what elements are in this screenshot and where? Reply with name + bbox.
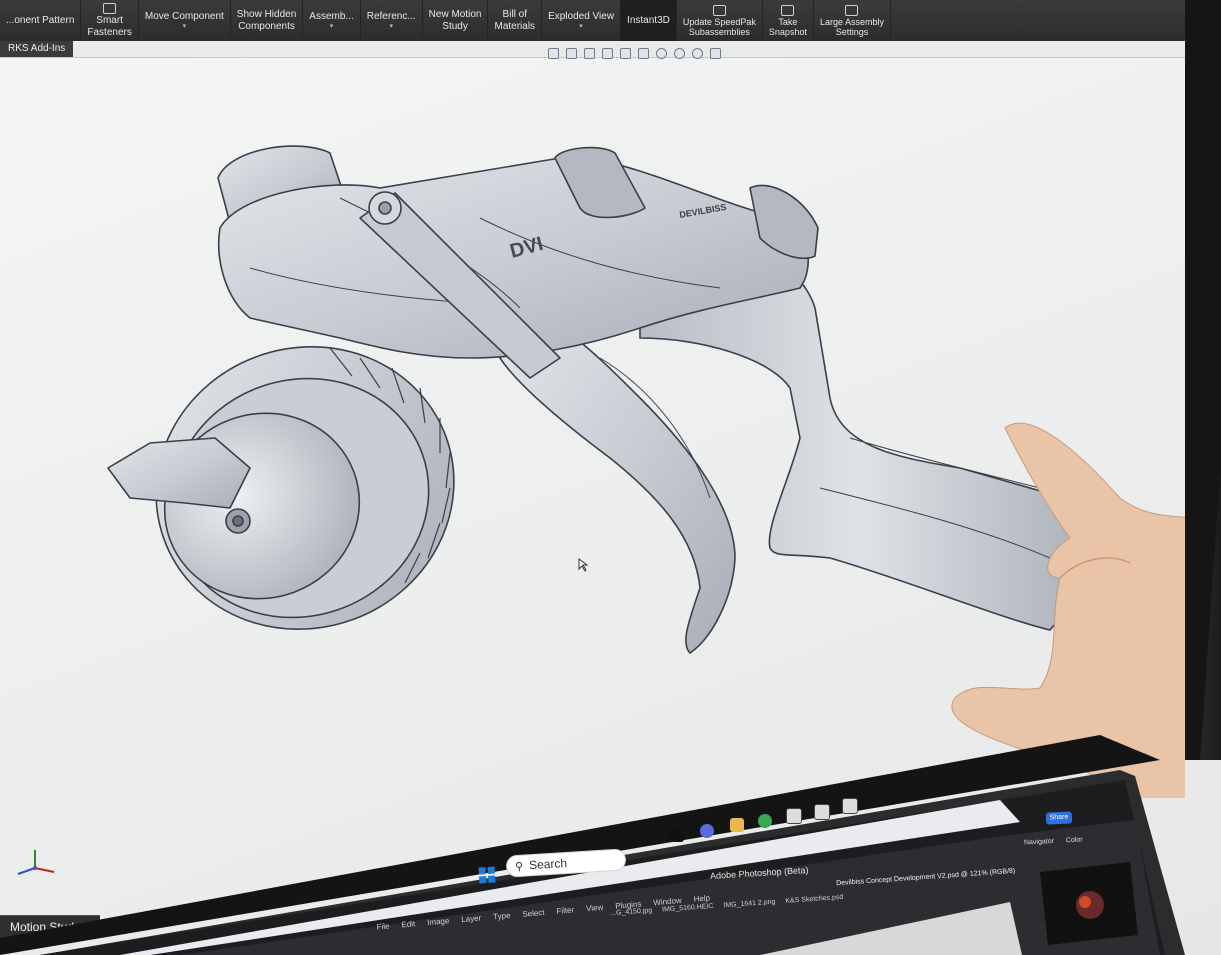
new-motion-study-button[interactable]: New Motion Study bbox=[423, 0, 489, 41]
reference-geometry-label: Referenc... bbox=[366, 10, 416, 22]
camera-icon bbox=[781, 4, 795, 16]
view-orientation-icon[interactable] bbox=[620, 47, 631, 59]
settings-icon bbox=[845, 4, 859, 16]
component-pattern-button[interactable]: ...onent Pattern bbox=[0, 0, 82, 41]
move-component-button[interactable]: Move Component ▾ bbox=[139, 0, 231, 41]
new-motion-study-label: New Motion Study bbox=[428, 8, 482, 32]
instant3d-button[interactable]: Instant3D bbox=[621, 0, 677, 41]
view-settings-icon[interactable] bbox=[710, 47, 721, 59]
show-hidden-label: Show Hidden Components bbox=[236, 8, 297, 32]
apply-scene-icon[interactable] bbox=[692, 47, 703, 59]
update-speedpak-button[interactable]: Update SpeedPak Subassemblies bbox=[677, 0, 763, 41]
display-style-icon[interactable] bbox=[638, 47, 649, 59]
large-assembly-label: Large Assembly Settings bbox=[819, 16, 884, 37]
appearances-icon[interactable] bbox=[1187, 170, 1197, 180]
smart-fasteners-label: Smart Fasteners bbox=[87, 14, 132, 38]
move-component-label: Move Component bbox=[144, 10, 224, 22]
command-manager-toolbar: ...onent Pattern Smart Fasteners Move Co… bbox=[0, 0, 1185, 42]
mouse-cursor bbox=[578, 558, 589, 577]
section-view-icon[interactable] bbox=[602, 47, 613, 59]
graphics-area[interactable]: DVI DEVILBISS bbox=[0, 58, 1185, 798]
view-palette-icon[interactable] bbox=[1187, 152, 1197, 162]
bill-of-materials-button[interactable]: Bill of Materials bbox=[488, 0, 543, 41]
assembly-features-label: Assemb... bbox=[309, 10, 354, 22]
take-snapshot-button[interactable]: Take Snapshot bbox=[763, 0, 814, 41]
task-pane-strip bbox=[1185, 0, 1221, 760]
dropdown-arrow-icon[interactable]: ▾ bbox=[367, 23, 416, 31]
take-snapshot-label: Take Snapshot bbox=[768, 16, 807, 37]
file-explorer-icon[interactable] bbox=[1187, 134, 1197, 144]
zoom-to-area-icon[interactable] bbox=[566, 47, 577, 59]
custom-properties-icon[interactable] bbox=[1187, 188, 1197, 198]
instant3d-label: Instant3D bbox=[627, 14, 670, 26]
exploded-view-label: Exploded View bbox=[548, 10, 615, 22]
previous-view-icon[interactable] bbox=[584, 47, 595, 59]
large-assembly-settings-button[interactable]: Large Assembly Settings bbox=[814, 0, 891, 41]
exploded-view-button[interactable]: Exploded View ▾ bbox=[542, 0, 622, 41]
show-hidden-components-button[interactable]: Show Hidden Components bbox=[231, 0, 304, 41]
smart-fasteners-button[interactable]: Smart Fasteners bbox=[81, 0, 139, 41]
dropdown-arrow-icon[interactable]: ▾ bbox=[548, 23, 614, 31]
heads-up-view-toolbar bbox=[548, 46, 721, 60]
tab-solidworks-addins[interactable]: RKS Add-Ins bbox=[0, 41, 74, 57]
zoom-to-fit-icon[interactable] bbox=[548, 47, 559, 59]
fastener-icon bbox=[103, 2, 117, 14]
resources-icon[interactable] bbox=[1187, 98, 1197, 108]
reference-geometry-button[interactable]: Referenc... ▾ bbox=[361, 0, 423, 41]
hide-show-items-icon[interactable] bbox=[656, 47, 667, 59]
update-speedpak-label: Update SpeedPak Subassemblies bbox=[682, 16, 756, 37]
bill-of-materials-label: Bill of Materials bbox=[494, 8, 536, 32]
component-pattern-label: ...onent Pattern bbox=[6, 14, 75, 26]
assembly-features-button[interactable]: Assemb... ▾ bbox=[303, 0, 361, 41]
speedpak-icon bbox=[712, 4, 726, 16]
reference-triad-icon bbox=[17, 850, 55, 875]
dropdown-arrow-icon[interactable]: ▾ bbox=[145, 23, 224, 31]
dropdown-arrow-icon[interactable]: ▾ bbox=[309, 23, 353, 31]
design-library-icon[interactable] bbox=[1187, 116, 1197, 126]
tab-motion-study[interactable]: Motion Study 1 bbox=[0, 915, 101, 938]
solidworks-monitor: DVI DEVILBISS ...onent Pattern Smart Fas… bbox=[0, 0, 1221, 955]
edit-appearance-icon[interactable] bbox=[674, 47, 685, 59]
